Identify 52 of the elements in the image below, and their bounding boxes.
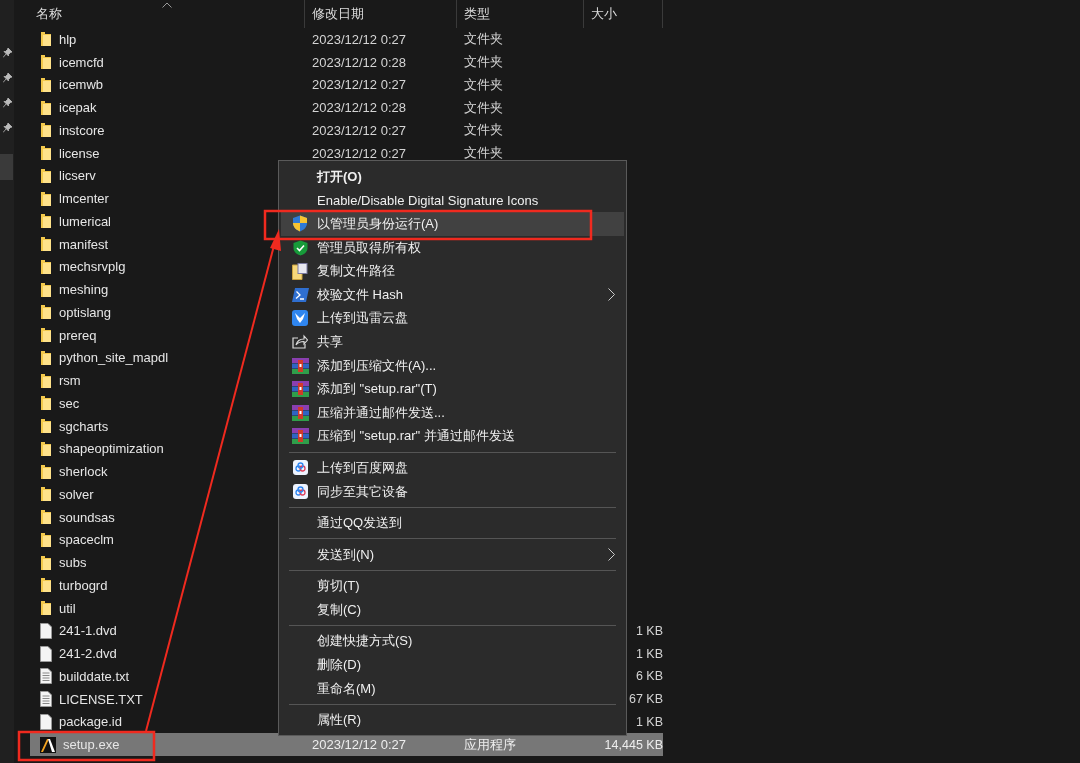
file-size: 1 KB xyxy=(635,646,663,661)
file-size: 14,445 KB xyxy=(604,737,663,752)
file-name: shapeoptimization xyxy=(59,441,164,457)
file-name: prereq xyxy=(59,327,97,343)
file-size: 6 KB xyxy=(635,669,663,684)
file-name: builddate.txt xyxy=(59,668,130,684)
file-name: manifest xyxy=(59,236,109,252)
file-name: sherlock xyxy=(59,464,108,480)
file-name: 241-2.dvd xyxy=(59,646,117,662)
file-name: LICENSE.TXT xyxy=(59,691,143,707)
file-name: solver xyxy=(59,486,94,502)
modified-date: 2023/12/12 0:27 xyxy=(312,77,406,93)
file-type: 文件夹 xyxy=(464,122,503,138)
file-type: 文件夹 xyxy=(464,99,503,115)
file-name: setup.exe xyxy=(63,737,120,753)
file-type: 应用程序 xyxy=(464,736,516,752)
file-name: licserv xyxy=(59,168,96,184)
file-name: instcore xyxy=(59,122,105,138)
file-name: hlp xyxy=(59,31,77,47)
file-name: icemwb xyxy=(59,77,104,93)
file-name: license xyxy=(59,145,100,161)
file-name: python_site_mapdl xyxy=(59,350,169,366)
modified-date: 2023/12/12 0:27 xyxy=(312,737,406,753)
file-name: mechsrvplg xyxy=(59,259,126,275)
file-name: icemcfd xyxy=(59,54,104,70)
file-type: 文件夹 xyxy=(464,31,503,47)
file-name: soundsas xyxy=(59,509,115,525)
modified-date: 2023/12/12 0:28 xyxy=(312,54,406,70)
file-name: lmcenter xyxy=(59,191,109,207)
file-name: sgcharts xyxy=(59,418,109,434)
file-type: 文件夹 xyxy=(464,145,503,161)
file-name: meshing xyxy=(59,282,109,298)
file-name: turbogrd xyxy=(59,577,108,593)
file-type: 文件夹 xyxy=(464,76,503,92)
file-name: optislang xyxy=(59,304,112,320)
file-name: package.id xyxy=(59,714,122,730)
file-name: spaceclm xyxy=(59,532,114,548)
modified-date: 2023/12/12 0:27 xyxy=(312,122,406,138)
file-type: 文件夹 xyxy=(464,54,503,70)
file-name: 241-1.dvd xyxy=(59,623,117,639)
file-name: subs xyxy=(59,555,87,571)
modified-date: 2023/12/12 0:28 xyxy=(312,100,406,116)
file-size: 1 KB xyxy=(635,714,663,729)
modified-date: 2023/12/12 0:27 xyxy=(312,145,406,161)
file-size: 67 KB xyxy=(628,692,663,707)
file-name: icepak xyxy=(59,100,97,116)
file-name: util xyxy=(59,600,76,616)
file-name: lumerical xyxy=(59,213,111,229)
file-name: rsm xyxy=(59,373,81,389)
file-size: 1 KB xyxy=(635,623,663,638)
modified-date: 2023/12/12 0:27 xyxy=(312,31,406,47)
file-name: sec xyxy=(59,395,80,411)
